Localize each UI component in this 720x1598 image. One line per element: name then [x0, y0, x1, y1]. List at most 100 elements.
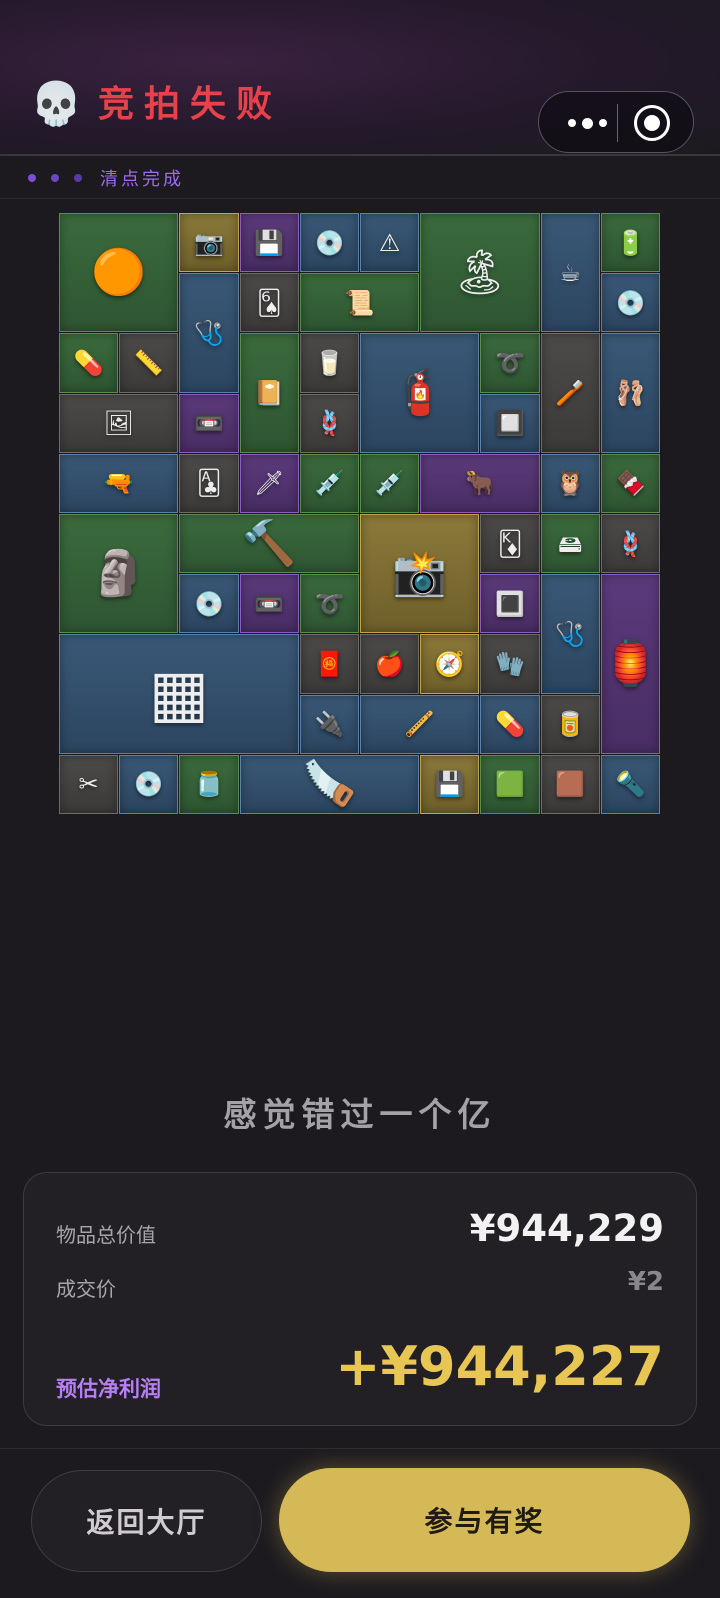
more-dots-icon[interactable]	[559, 106, 615, 140]
ssd-icon: 💾	[434, 770, 465, 799]
item-compact-camera: 📷	[179, 213, 239, 273]
item-tin-box: 🧧	[299, 634, 359, 694]
apple-icon: 🍎	[374, 649, 405, 678]
bird-figurine-icon: 🦉	[555, 469, 586, 498]
item-battery-pack: 🔋	[600, 213, 660, 273]
status-text: 清点完成	[100, 169, 184, 190]
item-playing-card-clubs: 🃑	[179, 453, 239, 513]
playing-card-clubs-icon: 🃑	[196, 469, 222, 498]
lantern-icon: 🏮	[602, 637, 658, 689]
item-toothpaste: 🪥	[540, 333, 600, 453]
item-syringe: 💉	[299, 453, 359, 513]
stethoscope-icon: 🩺	[194, 318, 224, 347]
item-sledgehammer: 🔨	[179, 514, 359, 574]
item-leather-notebook: 📔	[239, 333, 299, 453]
deal-price: ¥2	[627, 1267, 664, 1297]
item-disc: 💿	[299, 213, 359, 273]
horns-icon: 🐂	[464, 469, 495, 498]
tagline: 感觉错过一个亿	[223, 1095, 497, 1134]
item-medium-format-camera: 📸	[360, 514, 480, 634]
warning-sign-icon: ⚠	[378, 228, 401, 257]
rope-2-icon: 🪢	[615, 529, 646, 558]
item-glove: 🧤	[480, 634, 540, 694]
join-reward-button[interactable]: 参与有奖	[279, 1468, 690, 1572]
item-usb-stick: 💾	[239, 213, 299, 273]
playing-card-diamond-icon: 🃎	[497, 529, 523, 558]
item-blueprint: 📜	[299, 273, 420, 333]
toothpaste-icon: 🪥	[555, 379, 586, 408]
item-circuit-board: 🟩	[480, 754, 540, 814]
total-value-label: 物品总价值	[56, 1223, 156, 1247]
playing-card-icon: 🂦	[256, 288, 282, 317]
cpu-chip-icon: 🔳	[495, 589, 525, 618]
back-to-lobby-button[interactable]: 返回大厅	[31, 1470, 262, 1572]
circuit-board-icon: 🟩	[495, 770, 525, 799]
item-playing-card: 🂦	[239, 273, 299, 333]
profit-value: +¥944,227	[335, 1335, 664, 1398]
sphinx-statue-icon: 🗿	[91, 547, 147, 599]
item-rope: 🪢	[299, 393, 359, 453]
item-battery: 🔲	[480, 393, 540, 453]
cassette-icon: 📼	[194, 409, 224, 438]
item-saw: 🪚	[239, 754, 420, 814]
rug-plate-icon: 🟠	[91, 246, 147, 298]
compass-icon: 🧭	[434, 649, 465, 678]
battery-pack-icon: 🔋	[615, 228, 646, 257]
item-grid: 🟠 📷 💾 💿 ⚠ 🏝 ☕ 🔋 🩺 🂦 📜 💿 💊 📏 📔 🥛 🧯 ➰ 🪥 🩰 🖼 📼 🪢 🔲 🔫 🃑 🗡 💉 💉 🐂 🦉 🍫 🗿 🔨 📸 🃎 🖴 🪢 💿 📼…	[59, 213, 661, 815]
cassette-2-icon: 📼	[254, 589, 285, 618]
ballerina-statue-icon: 🩰	[615, 379, 646, 408]
disc-3-icon: 💿	[194, 589, 224, 618]
matchbox-icon: 🟫	[555, 770, 586, 799]
item-smoking-pipe: 🪈	[360, 694, 480, 754]
item-scissors: ✂	[59, 754, 119, 814]
disc-icon: 💿	[314, 228, 345, 257]
capsule-divider	[617, 104, 618, 142]
battery-icon: 🔲	[495, 409, 525, 438]
coffee-jar-icon: 🫙	[194, 770, 224, 799]
total-value: ¥944,229	[469, 1207, 664, 1250]
item-ballerina-statue: 🩰	[600, 333, 660, 453]
scissors-icon: ✂	[78, 770, 99, 799]
item-protein-tin: 🥫	[540, 694, 600, 754]
blueprint-icon: 📜	[344, 288, 375, 317]
summary-panel: 物品总价值 ¥944,229 成交价 ¥2 预估净利润 +¥944,227	[23, 1172, 697, 1426]
item-playing-card-diamond: 🃎	[480, 514, 540, 574]
item-matchbox: 🟫	[540, 754, 600, 814]
item-rifle: 🔫	[59, 453, 179, 513]
item-ssd: 💾	[420, 754, 480, 814]
hose-icon: ➰	[495, 348, 525, 377]
syringe-icon: 💉	[314, 469, 345, 498]
item-flashlight: 🔦	[600, 754, 660, 814]
item-horns: 🐂	[420, 453, 540, 513]
status-dot	[51, 174, 59, 182]
syringe-2-icon: 💉	[374, 469, 405, 498]
pill-bottle-icon: 💊	[73, 348, 104, 377]
footer-divider	[0, 1448, 720, 1449]
status-dot	[74, 174, 82, 182]
spear-head-icon: 🗡	[253, 469, 285, 498]
pill-blister-icon: 💊	[495, 710, 525, 739]
item-apple: 🍎	[360, 634, 420, 694]
target-icon[interactable]	[634, 105, 670, 141]
item-stethoscope-2: 🩺	[540, 574, 600, 694]
item-rope-2: 🪢	[600, 514, 660, 574]
compact-camera-icon: 📷	[194, 228, 224, 257]
hard-drive-icon: 🖴	[558, 529, 583, 558]
disc-4-icon: 💿	[133, 770, 164, 799]
item-stethoscope: 🩺	[179, 273, 239, 393]
item-compass: 🧭	[420, 634, 480, 694]
item-hose: ➰	[480, 333, 540, 393]
glove-icon: 🧤	[495, 649, 525, 678]
item-pill-bottle: 💊	[59, 333, 119, 393]
item-solar-panel: ▦	[59, 634, 299, 754]
item-lantern: 🏮	[600, 574, 660, 754]
medium-format-camera-icon: 📸	[392, 547, 448, 599]
smoking-pipe-icon: 🪈	[404, 710, 435, 739]
item-moka-pot: ☕	[540, 213, 600, 333]
page-title: 竞拍失败	[98, 83, 283, 125]
item-cpu-chip: 🔳	[480, 574, 540, 634]
item-chocolate-bar: 🍫	[600, 453, 660, 513]
profit-label: 预估净利润	[56, 1377, 161, 1401]
item-disc-3: 💿	[179, 574, 239, 634]
status-divider	[0, 198, 720, 199]
